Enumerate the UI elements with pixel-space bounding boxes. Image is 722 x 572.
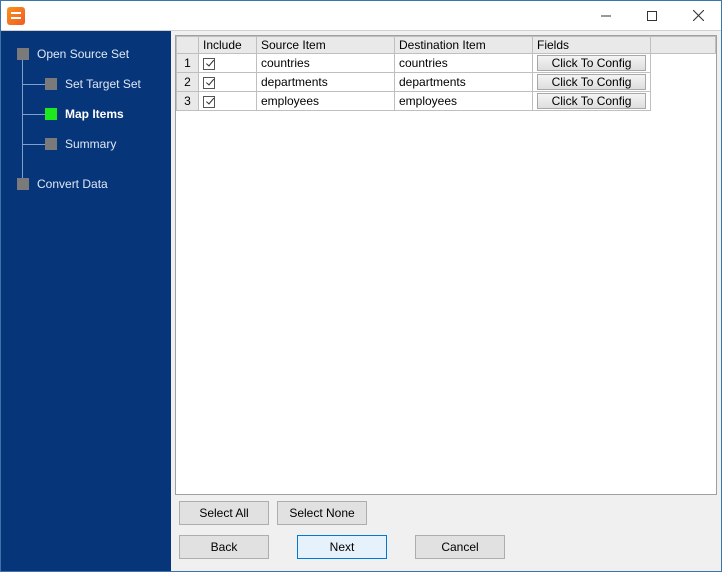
step-map-items[interactable]: Map Items	[45, 103, 124, 125]
step-box-icon	[45, 108, 57, 120]
filler-cell	[651, 73, 716, 92]
include-cell[interactable]	[199, 73, 257, 92]
step-convert-data[interactable]: Convert Data	[17, 173, 108, 195]
col-header-fields[interactable]: Fields	[533, 37, 651, 54]
step-label: Summary	[65, 137, 116, 151]
minimize-button[interactable]	[583, 1, 629, 31]
include-cell[interactable]	[199, 54, 257, 73]
row-number: 1	[177, 54, 199, 73]
include-cell[interactable]	[199, 92, 257, 111]
col-header-filler	[651, 37, 716, 54]
titlebar	[1, 1, 721, 31]
content-area: Include Source Item Destination Item Fie…	[171, 31, 721, 571]
step-label: Set Target Set	[65, 77, 141, 91]
step-summary[interactable]: Summary	[45, 133, 116, 155]
checkbox-checked-icon[interactable]	[203, 58, 215, 70]
step-box-icon	[45, 78, 57, 90]
row-number: 3	[177, 92, 199, 111]
source-item-cell[interactable]: departments	[257, 73, 395, 92]
dest-item-cell[interactable]: departments	[395, 73, 533, 92]
source-item-cell[interactable]: employees	[257, 92, 395, 111]
dest-item-cell[interactable]: employees	[395, 92, 533, 111]
fields-config-button[interactable]: Click To Config	[537, 93, 646, 109]
checkbox-checked-icon[interactable]	[203, 96, 215, 108]
maximize-button[interactable]	[629, 1, 675, 31]
step-label: Open Source Set	[37, 47, 129, 61]
col-header-dest[interactable]: Destination Item	[395, 37, 533, 54]
table-row[interactable]: 3 employees employees Click To Config	[177, 92, 716, 111]
filler-cell	[651, 92, 716, 111]
wizard-sidebar: Open Source Set Set Target Set Map Items…	[1, 31, 171, 571]
fields-config-button[interactable]: Click To Config	[537, 74, 646, 90]
next-button[interactable]: Next	[297, 535, 387, 559]
col-header-rownum[interactable]	[177, 37, 199, 54]
grid-header-row: Include Source Item Destination Item Fie…	[177, 37, 716, 54]
step-box-icon	[17, 48, 29, 60]
table-row[interactable]: 1 countries countries Click To Config	[177, 54, 716, 73]
nav-buttons-row: Back Next Cancel	[175, 525, 717, 567]
selection-buttons-row: Select All Select None	[175, 495, 717, 525]
row-number: 2	[177, 73, 199, 92]
step-label: Map Items	[65, 107, 124, 121]
col-header-source[interactable]: Source Item	[257, 37, 395, 54]
cancel-button[interactable]: Cancel	[415, 535, 505, 559]
step-open-source-set[interactable]: Open Source Set	[17, 43, 129, 65]
source-item-cell[interactable]: countries	[257, 54, 395, 73]
back-button[interactable]: Back	[179, 535, 269, 559]
step-box-icon	[17, 178, 29, 190]
select-none-button[interactable]: Select None	[277, 501, 367, 525]
checkbox-checked-icon[interactable]	[203, 77, 215, 89]
close-button[interactable]	[675, 1, 721, 31]
dest-item-cell[interactable]: countries	[395, 54, 533, 73]
table-row[interactable]: 2 departments departments Click To Confi…	[177, 73, 716, 92]
mapping-grid: Include Source Item Destination Item Fie…	[176, 36, 716, 111]
mapping-grid-wrap: Include Source Item Destination Item Fie…	[175, 35, 717, 495]
step-box-icon	[45, 138, 57, 150]
step-label: Convert Data	[37, 177, 108, 191]
fields-config-button[interactable]: Click To Config	[537, 55, 646, 71]
filler-cell	[651, 54, 716, 73]
app-icon	[7, 7, 25, 25]
col-header-include[interactable]: Include	[199, 37, 257, 54]
step-set-target-set[interactable]: Set Target Set	[45, 73, 141, 95]
select-all-button[interactable]: Select All	[179, 501, 269, 525]
